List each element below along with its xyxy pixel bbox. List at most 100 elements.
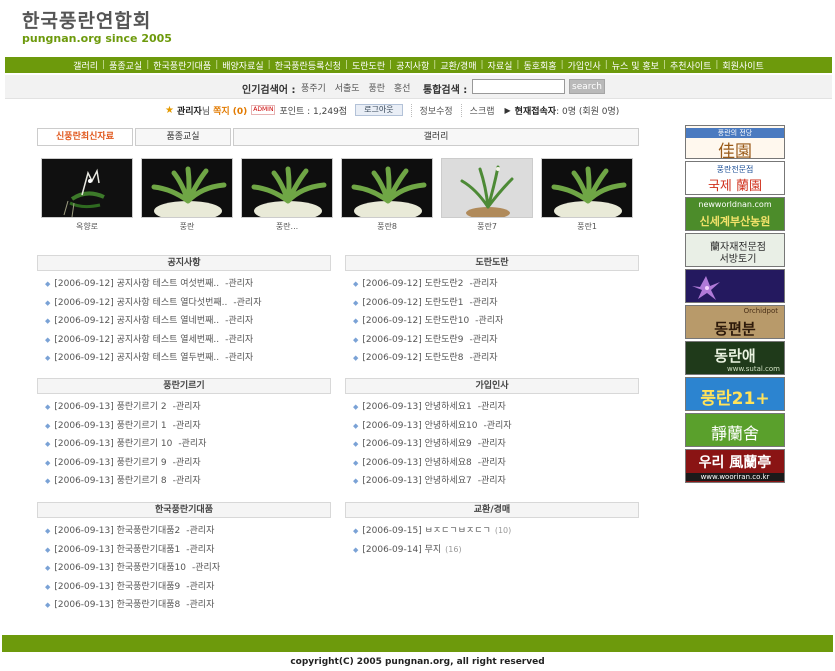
board-title[interactable]: 가입인사: [345, 378, 639, 394]
tab-latest[interactable]: 신풍란최신자료: [37, 128, 133, 146]
nav-gallery[interactable]: 갤러리: [69, 59, 102, 72]
banner-flower[interactable]: [685, 269, 785, 303]
item-title: 공지사항 테스트 열두번째..: [116, 353, 220, 363]
item-title: 무지: [424, 544, 442, 555]
list-item[interactable]: ◆ [2006-09-13] 안녕하세요9 -관리자: [345, 435, 639, 454]
list-item[interactable]: ◆ [2006-09-13] 안녕하세요1 -관리자: [345, 398, 639, 417]
list-item[interactable]: ◆ [2006-09-12] 공지사항 테스트 열두번째.. -관리자: [37, 349, 331, 368]
list-item[interactable]: ◆ [2006-09-13] 안녕하세요8 -관리자: [345, 454, 639, 473]
list-item[interactable]: ◆ [2006-09-13] 안녕하세요7 -관리자: [345, 472, 639, 491]
list-item[interactable]: ◆ [2006-09-13] 풍란기르기 2 -관리자: [37, 398, 331, 417]
banner-title: 동편분: [714, 320, 756, 338]
connected-users-label: 현재접속자: [514, 106, 557, 117]
list-item[interactable]: ◆ [2006-09-13] 한국풍란기대품1 -관리자: [37, 541, 331, 560]
banner-sinsegye[interactable]: newworldnan.com 신세계부산농원: [685, 197, 785, 231]
board-title[interactable]: 한국풍란기대품: [37, 502, 331, 518]
banner-sutal[interactable]: 동란애 www.sutal.com: [685, 341, 785, 375]
list-item[interactable]: ◆ [2006-09-15] ㅂㅈㄷㄱㅂㅈㄷㄱ (10): [345, 522, 639, 541]
nav-registration[interactable]: 한국풍란등록신청: [271, 59, 345, 72]
list-item[interactable]: ◆ [2006-09-13] 안녕하세요10 -관리자: [345, 417, 639, 436]
orchid-photo: [341, 158, 433, 218]
list-item[interactable]: ◆ [2006-09-12] 공지사항 테스트 열다섯번째.. -관리자: [37, 294, 331, 313]
banner-dongpyeonbun[interactable]: Orchidpot 동편분: [685, 305, 785, 339]
edit-info-link[interactable]: 정보수정: [410, 103, 453, 117]
list-item[interactable]: ◆ [2006-09-13] 한국풍란기대품9 -관리자: [37, 578, 331, 597]
list-item[interactable]: ◆ [2006-09-12] 도란도란1 -관리자: [345, 294, 639, 313]
banner-seobang[interactable]: 蘭자재전문점 서방토기: [685, 233, 785, 267]
nav-news[interactable]: 뉴스 및 홍보: [608, 59, 663, 72]
site-logo[interactable]: 한국풍란연합회 pungnan.org since 2005: [22, 10, 182, 50]
list-item[interactable]: ◆ [2006-09-12] 공지사항 테스트 여섯번째.. -관리자: [37, 275, 331, 294]
board-expected: 한국풍란기대품 ◆ [2006-09-13] 한국풍란기대품2 -관리자 ◆ [200…: [37, 502, 331, 615]
gallery-item[interactable]: 풍란8: [341, 158, 433, 232]
search-input[interactable]: [472, 79, 565, 94]
item-title: 공지사항 테스트 열다섯번째..: [116, 297, 228, 308]
nav-club-home[interactable]: 동호회홈: [519, 59, 560, 72]
list-item[interactable]: ◆ [2006-09-12] 도란도란8 -관리자: [345, 349, 639, 368]
list-item[interactable]: ◆ [2006-09-13] 풍란기르기 9 -관리자: [37, 454, 331, 473]
nav-trade[interactable]: 교환/경매: [436, 59, 480, 72]
gallery-item[interactable]: 풍란7: [441, 158, 533, 232]
gallery-item[interactable]: 풍란1: [541, 158, 633, 232]
nav-member-sites[interactable]: 회원사이트: [718, 59, 767, 72]
list-item[interactable]: ◆ [2006-09-12] 도란도란10 -관리자: [345, 312, 639, 331]
nav-culture-data[interactable]: 배양자료실: [218, 59, 267, 72]
logout-button[interactable]: 로그아웃: [355, 104, 403, 116]
board-title[interactable]: 풍란기르기: [37, 378, 331, 394]
banner-gawon[interactable]: 풍란의 전당 佳園: [685, 125, 785, 159]
search-button[interactable]: search: [569, 79, 605, 94]
item-author: -관리자: [233, 297, 262, 308]
list-item[interactable]: ◆ [2006-09-12] 공지사항 테스트 열네번째.. -관리자: [37, 312, 331, 331]
list-item[interactable]: ◆ [2006-09-12] 도란도란9 -관리자: [345, 331, 639, 350]
bullet-icon: ◆: [45, 280, 51, 288]
banner-wooriran[interactable]: 우리 風蘭亭 www.wooriran.co.kr: [685, 449, 785, 483]
list-item[interactable]: ◆ [2006-09-14] 무지 (16): [345, 541, 639, 560]
bullet-icon: ◆: [45, 298, 51, 307]
gallery-item[interactable]: 풍란: [141, 158, 233, 232]
board-list: ◆ [2006-09-15] ㅂㅈㄷㄱㅂㅈㄷㄱ (10) ◆ [2006-09-14]…: [345, 522, 639, 559]
gallery-item[interactable]: 풍란...: [241, 158, 333, 232]
item-title: 공지사항 테스트 열세번째..: [116, 334, 220, 345]
nav-variety-class[interactable]: 품종교실: [105, 59, 146, 72]
item-title: 안녕하세요8: [424, 457, 472, 468]
nav-expected[interactable]: 한국풍란기대품: [149, 59, 215, 72]
item-title: 도란도란2: [424, 279, 464, 289]
banner-pungran21[interactable]: 풍란21+: [685, 377, 785, 411]
tab-variety-class[interactable]: 품종교실: [135, 128, 231, 146]
nav-notice[interactable]: 공지사항: [392, 59, 433, 72]
orchid-flower-icon: [686, 270, 784, 302]
item-author: -관리자: [225, 334, 254, 345]
tab-gallery[interactable]: 갤러리: [233, 128, 639, 146]
play-icon: ▶: [504, 105, 511, 115]
nav-doran[interactable]: 도란도란: [348, 59, 389, 72]
popular-word[interactable]: 서출도: [335, 84, 360, 94]
list-item[interactable]: ◆ [2006-09-13] 한국풍란기대품2 -관리자: [37, 522, 331, 541]
messages-link[interactable]: 쪽지 (0): [213, 104, 247, 117]
banner-jeongransa[interactable]: 靜蘭舍: [685, 413, 785, 447]
scrap-link[interactable]: 스크랩: [460, 103, 495, 117]
list-item[interactable]: ◆ [2006-09-13] 한국풍란기대품8 -관리자: [37, 596, 331, 615]
nav-recommended[interactable]: 추천사이트: [666, 59, 715, 72]
nav-archive[interactable]: 자료실: [484, 59, 517, 72]
orchid-photo: [541, 158, 633, 218]
popular-word[interactable]: 홍선: [394, 84, 411, 94]
total-search-label: 통합검색 :: [423, 85, 468, 96]
item-author: -관리자: [186, 544, 215, 555]
board-title[interactable]: 도란도란: [345, 255, 639, 271]
list-item[interactable]: ◆ [2006-09-13] 풍란기르기 8 -관리자: [37, 472, 331, 491]
list-item[interactable]: ◆ [2006-09-12] 도란도란2 -관리자: [345, 275, 639, 294]
gallery-item[interactable]: 옥향로: [41, 158, 133, 232]
list-item[interactable]: ◆ [2006-09-13] 한국풍란기대품10 -관리자: [37, 559, 331, 578]
board-title[interactable]: 공지사항: [37, 255, 331, 271]
nav-greetings[interactable]: 가입인사: [564, 59, 605, 72]
popular-word[interactable]: 풍란: [368, 84, 385, 94]
banner-gukje[interactable]: 풍란전문점 국제 蘭園: [685, 161, 785, 195]
list-item[interactable]: ◆ [2006-09-12] 공지사항 테스트 열세번째.. -관리자: [37, 331, 331, 350]
item-date: [2006-09-13]: [54, 544, 114, 555]
popular-word[interactable]: 풍주기: [301, 84, 326, 94]
board-title[interactable]: 교환/경매: [345, 502, 639, 518]
list-item[interactable]: ◆ [2006-09-13] 풍란기르기 1 -관리자: [37, 417, 331, 436]
item-author: -관리자: [172, 457, 201, 468]
list-item[interactable]: ◆ [2006-09-13] 풍란기르기 10 -관리자: [37, 435, 331, 454]
board-trade: 교환/경매 ◆ [2006-09-15] ㅂㅈㄷㄱㅂㅈㄷㄱ (10) ◆ [2006-…: [345, 502, 639, 559]
